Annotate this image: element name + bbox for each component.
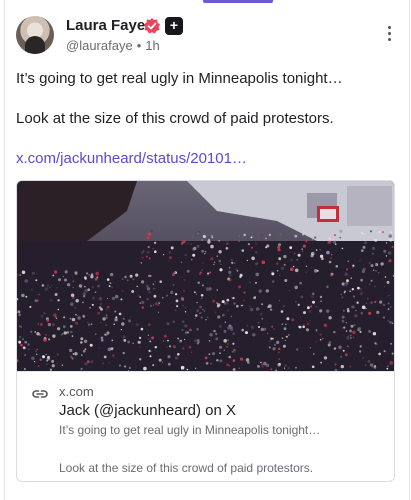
link-description-line-1: It’s going to get real ugly in Minneapol… (59, 423, 321, 437)
author-name[interactable]: Laura Faye (66, 17, 145, 34)
author-handle[interactable]: @laurafaye (66, 38, 133, 53)
post-text-line-2: Look at the size of this crowd of paid p… (16, 110, 334, 127)
active-tab-indicator (203, 0, 273, 3)
verified-badge-icon (144, 18, 160, 34)
post-text-line-1: It’s going to get real ugly in Minneapol… (16, 70, 343, 87)
link-icon (32, 390, 48, 398)
post-link[interactable]: x.com/jackunheard/status/20101… (16, 150, 247, 167)
link-preview-meta: x.com Jack (@jackunheard) on X It’s goin… (17, 371, 394, 481)
crowd-photo-graphic (17, 181, 394, 371)
link-description-line-2: Look at the size of this crowd of paid p… (59, 461, 314, 475)
crowd-photo[interactable] (17, 181, 394, 371)
link-domain: x.com (59, 384, 94, 399)
plus-badge-icon: + (165, 17, 183, 35)
link-preview-card[interactable]: x.com Jack (@jackunheard) on X It’s goin… (16, 180, 395, 482)
avatar[interactable] (16, 16, 54, 54)
more-options-icon[interactable] (386, 26, 392, 44)
handle-row: @laurafaye • 1h (66, 38, 160, 53)
post-time: 1h (145, 38, 160, 53)
post-header: Laura Faye + @laurafaye • 1h (16, 16, 396, 56)
separator-dot: • (136, 38, 142, 53)
link-title[interactable]: Jack (@jackunheard) on X (59, 402, 236, 419)
